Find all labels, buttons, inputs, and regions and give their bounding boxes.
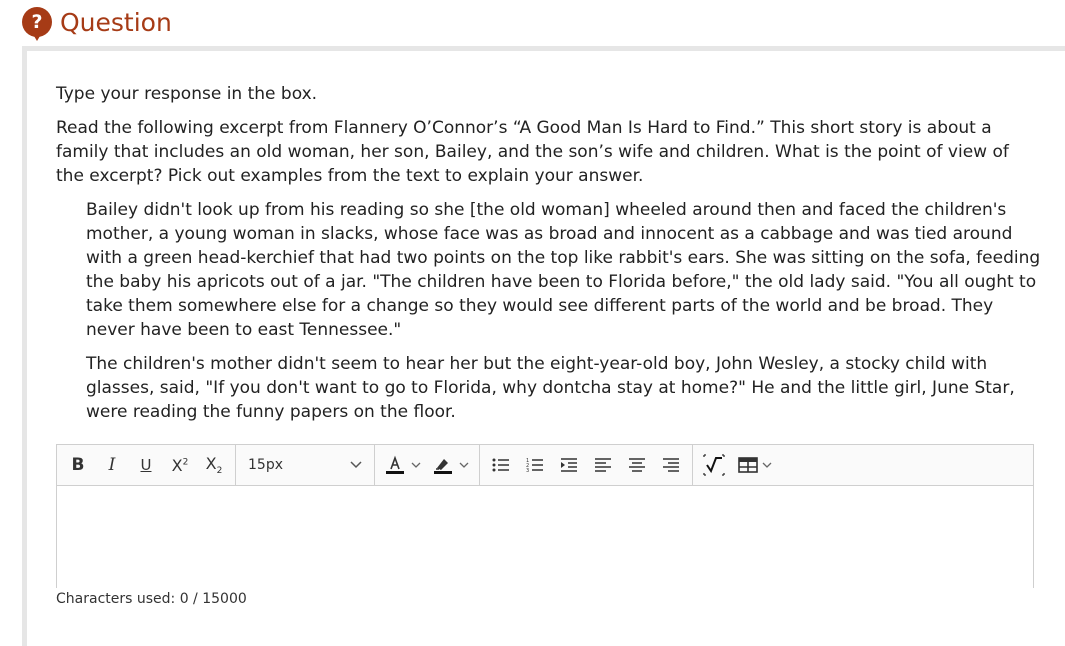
color-group	[375, 445, 480, 485]
paragraph-group: 1 2 3	[480, 445, 693, 485]
table-button[interactable]	[731, 450, 779, 480]
response-editor: B I U X2 X2 15px 1 2 3	[56, 444, 1034, 588]
font-color-icon	[386, 455, 404, 474]
response-text-area[interactable]	[57, 486, 1033, 588]
question-title: Question	[60, 7, 172, 37]
numbered-list-icon: 1 2 3	[526, 458, 543, 473]
indent-button[interactable]	[552, 450, 586, 480]
chevron-down-icon	[350, 461, 362, 469]
prompt-text: Read the following excerpt from Flannery…	[56, 118, 1009, 186]
highlight-button[interactable]	[427, 450, 475, 480]
svg-text:3: 3	[526, 468, 529, 473]
chevron-down-icon	[762, 462, 772, 468]
bullet-list-icon	[492, 458, 509, 472]
instruction-text: Type your response in the box.	[56, 84, 318, 104]
character-counter: Characters used: 0 / 15000	[56, 591, 247, 607]
editor-toolbar: B I U X2 X2 15px 1 2 3	[57, 445, 1033, 486]
superscript-button[interactable]: X2	[163, 450, 197, 480]
bold-icon: B	[71, 455, 85, 475]
align-right-icon	[663, 458, 679, 472]
font-size-select[interactable]: 15px	[240, 450, 370, 480]
align-right-button[interactable]	[654, 450, 688, 480]
italic-button[interactable]: I	[95, 450, 129, 480]
chevron-down-icon	[411, 462, 421, 468]
insert-group	[693, 445, 783, 485]
subscript-icon: X2	[205, 453, 223, 477]
question-badge-text: ?	[22, 7, 52, 37]
align-center-button[interactable]	[620, 450, 654, 480]
align-center-icon	[629, 458, 645, 472]
align-left-icon	[595, 458, 611, 472]
format-group: B I U X2 X2	[57, 445, 236, 485]
question-icon: ?	[22, 7, 52, 41]
subscript-button[interactable]: X2	[197, 450, 231, 480]
bullet-list-button[interactable]	[484, 450, 518, 480]
excerpt-paragraph-2: The children's mother didn't seem to hea…	[86, 354, 1015, 422]
math-button[interactable]	[697, 450, 731, 480]
underline-button[interactable]: U	[129, 450, 163, 480]
font-size-group: 15px	[236, 445, 375, 485]
chevron-down-icon	[459, 462, 469, 468]
table-icon	[738, 457, 758, 473]
font-color-button[interactable]	[379, 450, 427, 480]
question-header: ? Question	[22, 4, 172, 41]
superscript-icon: X2	[171, 455, 189, 475]
indent-icon	[561, 458, 577, 472]
excerpt-paragraph-1: Bailey didn't look up from his reading s…	[86, 200, 1041, 340]
numbered-list-button[interactable]: 1 2 3	[518, 450, 552, 480]
highlight-icon	[434, 459, 452, 474]
bold-button[interactable]: B	[61, 450, 95, 480]
underline-icon: U	[140, 456, 152, 474]
math-icon	[703, 454, 725, 476]
align-left-button[interactable]	[586, 450, 620, 480]
font-size-value: 15px	[248, 457, 283, 473]
italic-icon: I	[108, 455, 116, 475]
